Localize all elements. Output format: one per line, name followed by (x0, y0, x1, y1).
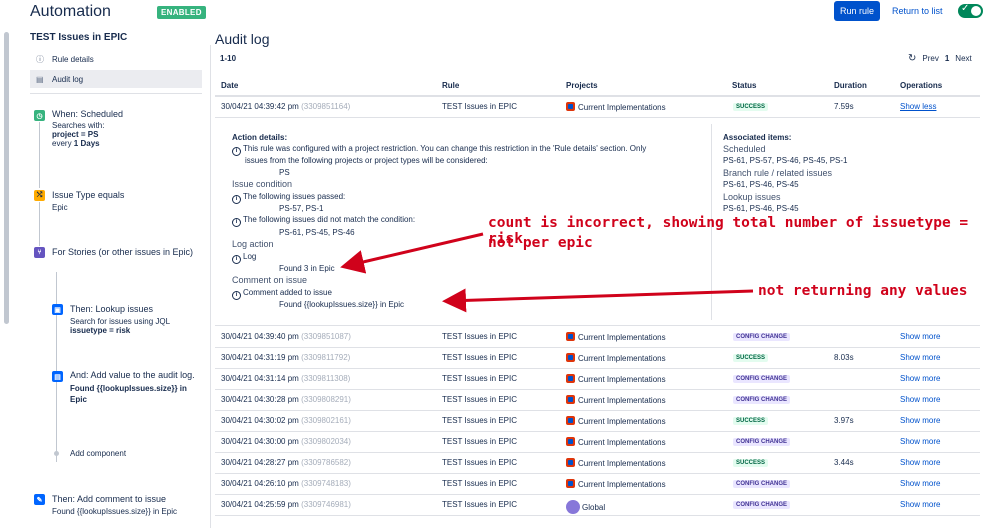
arrow-to-comment-value (442, 288, 754, 313)
annotation-no-values: not returning any values (758, 283, 968, 299)
annotation-arrows (340, 232, 754, 313)
arrow-to-log-value (340, 232, 484, 274)
annotation-not-per-epic: not per epic (488, 235, 593, 251)
